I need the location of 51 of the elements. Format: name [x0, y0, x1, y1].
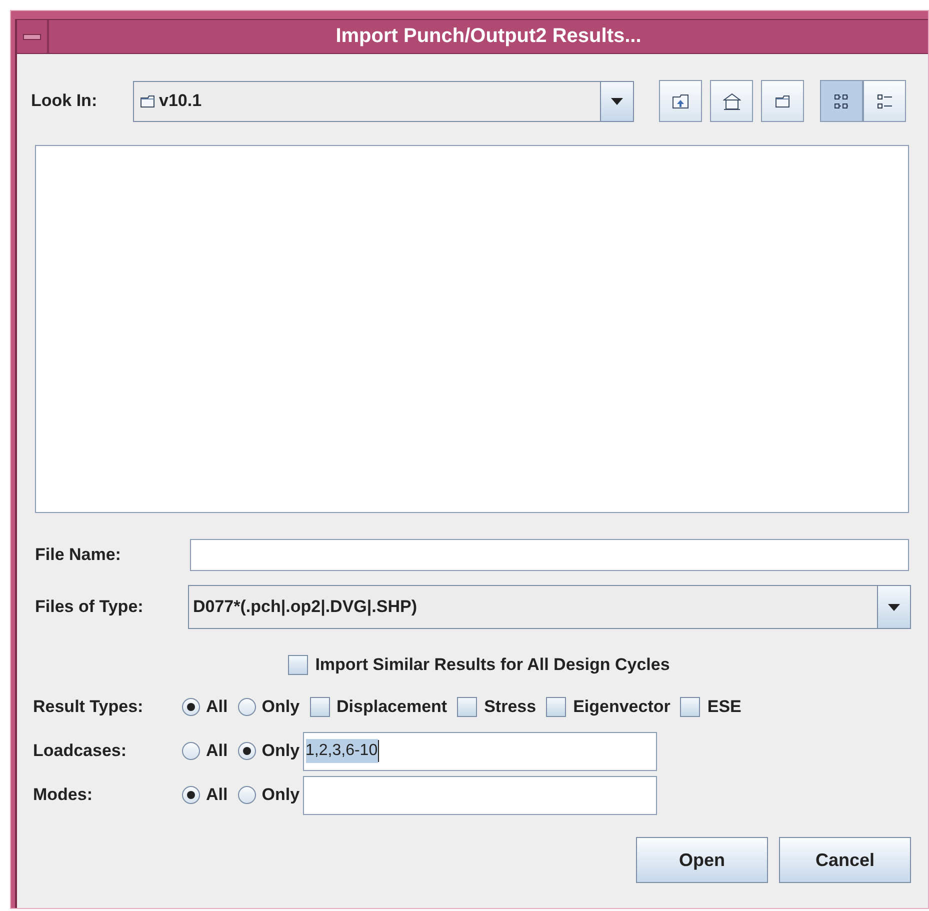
radio-label: All [206, 697, 228, 717]
radio-button[interactable] [238, 786, 256, 804]
files-of-type-label: Files of Type: [34, 597, 144, 617]
up-folder-icon [672, 93, 689, 109]
list-view-icon [834, 94, 849, 108]
file-name-field[interactable] [190, 539, 909, 571]
option-label: Result Types: [32, 697, 144, 717]
radio-button[interactable] [182, 742, 200, 760]
window-title: Import Punch/Output2 Results... [334, 25, 642, 48]
dropdown-arrow-icon [888, 604, 900, 610]
option-label: Loadcases: [32, 741, 128, 761]
radio-label: All [206, 741, 228, 761]
folder-icon [140, 94, 156, 108]
look-in-label: Look In: [31, 91, 98, 111]
toolbar-button[interactable] [863, 80, 906, 122]
checkbox[interactable] [310, 697, 330, 717]
checkbox[interactable] [546, 697, 566, 717]
dropdown-arrow-icon [611, 98, 623, 104]
toolbar-button[interactable] [659, 80, 702, 122]
checkbox[interactable] [457, 697, 478, 717]
radio-label: Only [262, 697, 300, 717]
radio-button[interactable] [238, 698, 256, 716]
details-view-icon [876, 94, 892, 108]
radio-button[interactable] [182, 698, 200, 716]
dialog-button[interactable]: Cancel [779, 837, 911, 883]
look-in-dropdown[interactable]: v10.1 [133, 80, 634, 122]
toolbar-button[interactable] [761, 80, 804, 122]
look-in-value: v10.1 [159, 91, 202, 111]
radio-label: Only [262, 785, 300, 805]
checkbox-label: Stress [484, 697, 536, 717]
radio-button[interactable] [238, 742, 256, 760]
input-field[interactable] [302, 776, 657, 814]
checkbox-label: Displacement [336, 697, 448, 717]
radio-label: All [206, 785, 228, 805]
checkbox-label: Eigenvector [573, 697, 670, 717]
toolbar-button[interactable] [820, 80, 863, 122]
input-field[interactable]: 1,2,3,6-10 [302, 732, 657, 770]
toolbar-button[interactable] [710, 80, 753, 122]
checkbox-label: ESE [707, 697, 742, 717]
dialog-button[interactable]: Open [636, 837, 768, 883]
folder-icon [774, 94, 790, 108]
file-name-label: File Name: [34, 545, 122, 565]
file-type-value: D077*(.pch|.op2|.DVG|.SHP) [193, 597, 417, 617]
radio-label: Only [262, 741, 300, 761]
home-icon [722, 92, 740, 110]
radio-button[interactable] [182, 786, 200, 804]
checkbox[interactable] [680, 697, 700, 717]
checkbox-label: Import Similar Results for All Design Cycles [315, 655, 670, 675]
checkbox[interactable] [288, 655, 308, 675]
option-label: Modes: [32, 785, 94, 805]
file-type-dropdown[interactable]: D077*(.pch|.op2|.DVG|.SHP) [188, 585, 911, 629]
